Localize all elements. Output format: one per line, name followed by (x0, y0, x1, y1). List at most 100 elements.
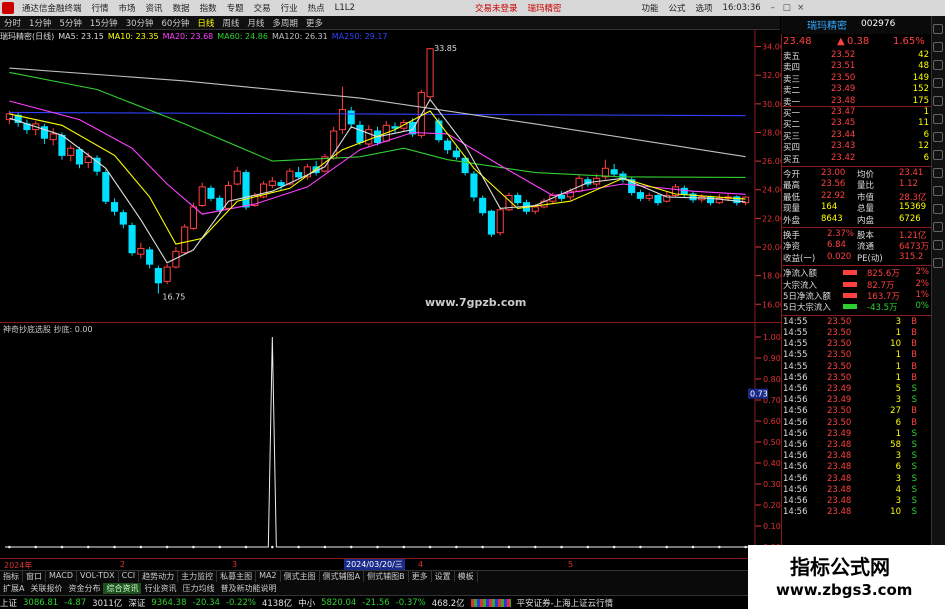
indicator-tab[interactable]: 设置 (432, 571, 455, 582)
period-tab[interactable]: 分时 (0, 17, 25, 29)
stock-alert[interactable]: 瑞玛精密 (522, 2, 566, 14)
period-tab[interactable]: 1分钟 (25, 17, 55, 29)
toolbar-icon[interactable] (933, 132, 943, 142)
toolbar-icon[interactable] (933, 222, 943, 232)
ma-line (9, 100, 746, 215)
indicator-dot (165, 545, 169, 549)
section-divider (781, 314, 931, 316)
tick-row: 14:56 23.48 10 S (781, 507, 931, 518)
tick-row: 14:56 23.48 4 S (781, 485, 931, 496)
indicator-dot (376, 545, 379, 549)
toolbar-icon[interactable] (933, 240, 943, 250)
flow-value: -43.5万 (867, 303, 898, 314)
ask-row: 卖三 23.50 149 (781, 72, 931, 85)
indicator-tab[interactable]: 主力监控 (178, 571, 218, 582)
menu-options[interactable]: 选项 (691, 2, 718, 14)
indicator-tab[interactable]: MACD (46, 571, 77, 582)
extension-tab[interactable]: 关联报价 (27, 583, 65, 594)
bid-row: 买四 23.43 12 (781, 141, 931, 153)
indicator-tab[interactable]: 模板 (455, 571, 478, 582)
menu-market[interactable]: 市场 (114, 2, 141, 14)
extension-tab[interactable]: 资金分布 (65, 583, 103, 594)
tick-side: S (911, 462, 917, 473)
extension-tab[interactable]: 综合资讯 (103, 583, 142, 594)
book-label: 卖四 (783, 63, 801, 74)
menu-trade[interactable]: 交易 (249, 2, 276, 14)
stat-v1: 8643 (821, 213, 843, 224)
close-icon[interactable]: × (794, 3, 808, 13)
title-bar: 通达信金融终端 行情 市场 资讯 数据 指数 专题 交易 行业 热点 L1L2 … (0, 0, 945, 16)
extension-tab[interactable]: 行业资讯 (141, 583, 179, 594)
toolbar-icon[interactable] (933, 60, 943, 70)
menu-function[interactable]: 功能 (636, 2, 663, 14)
indicator-tab[interactable]: 侧式辅图B (364, 571, 409, 582)
stat-row: 今开 23.00 均价 23.41 (781, 168, 931, 180)
period-tab[interactable]: 5分钟 (55, 17, 85, 29)
indicator-tab[interactable]: MA2 (256, 571, 281, 582)
toolbar-icon[interactable] (933, 186, 943, 196)
menu-data[interactable]: 数据 (168, 2, 195, 14)
stat-v2: 23.41 (899, 168, 924, 178)
tick-price: 23.48 (827, 440, 852, 450)
indicator-tab[interactable]: 侧式辅图A (320, 571, 365, 582)
ind-current-value: 0.73 (750, 390, 768, 399)
menu-l1l2[interactable]: L1L2 (330, 3, 360, 13)
toolbar-icon[interactable] (933, 96, 943, 106)
indicator-tab[interactable]: 私募主图 (217, 571, 257, 582)
period-tab[interactable]: 周线 (218, 17, 243, 29)
indicator-tab[interactable]: 侧式主图 (281, 571, 320, 582)
maximize-icon[interactable]: □ (780, 3, 794, 13)
indicator-tab[interactable]: 指标 (0, 571, 23, 582)
toolbar-icon[interactable] (933, 78, 943, 88)
period-tab[interactable]: 月线 (243, 17, 268, 29)
menu-industry[interactable]: 行业 (276, 2, 303, 14)
toolbar-icon[interactable] (933, 204, 943, 214)
tick-time: 14:56 (783, 440, 808, 450)
period-tab[interactable]: 15分钟 (86, 17, 122, 29)
period-tab[interactable]: 60分钟 (158, 17, 194, 29)
toolbar-icon[interactable] (933, 150, 943, 160)
extension-tab[interactable]: 普及新功能说明 (217, 583, 279, 594)
indicator-chart[interactable]: 1.000.900.800.700.600.500.400.300.200.10… (0, 322, 781, 558)
toolbar-icon[interactable] (933, 42, 943, 52)
menu-quotes[interactable]: 行情 (87, 2, 114, 14)
extension-tab[interactable]: 扩展A (0, 583, 27, 594)
toolbar-icon[interactable] (933, 258, 943, 268)
menu-hot[interactable]: 热点 (303, 2, 330, 14)
tick-side: S (911, 428, 917, 439)
candle (137, 242, 145, 259)
stat2-row: 换手 2.37% 股本 1.21亿 (781, 229, 931, 241)
indicator-tab[interactable]: 趋势动力 (139, 571, 179, 582)
candle (496, 206, 504, 236)
flow-row: 净流入额 825.6万 2% (781, 267, 931, 279)
ma-legend-item: MA20: 23.68 (162, 32, 214, 41)
indicator-tab[interactable]: 窗口 (23, 571, 46, 582)
period-tab[interactable]: 多周期 (268, 17, 302, 29)
tick-time: 14:55 (783, 339, 808, 350)
stat-v1: 23.00 (821, 168, 846, 178)
period-tab[interactable]: 日线 (193, 17, 218, 29)
candlestick-chart[interactable]: 34.00 32.00 30.00 28.00 26.00 24.00 22.00 20.00… (0, 30, 781, 322)
menu-topic[interactable]: 专题 (222, 2, 249, 14)
book-volume: 149 (912, 72, 929, 83)
menu-news[interactable]: 资讯 (141, 2, 168, 14)
trade-login-alert[interactable]: 交易未登录 (470, 2, 523, 14)
flow-label: 5日净流入额 (783, 292, 831, 302)
toolbar-icon[interactable] (933, 114, 943, 124)
indicator-dot (192, 545, 195, 549)
menu-index[interactable]: 指数 (195, 2, 222, 14)
indicator-tab[interactable]: 更多 (409, 571, 432, 582)
period-tab[interactable]: 30分钟 (122, 17, 158, 29)
indicator-tab[interactable]: CCI (119, 571, 140, 582)
minimize-icon[interactable]: – (766, 3, 780, 13)
period-tab[interactable]: 更多 (302, 17, 327, 29)
stat-k1: 现量 (783, 204, 801, 215)
toolbar-icon[interactable] (933, 24, 943, 34)
toolbar-icon[interactable] (933, 168, 943, 178)
menu-formula[interactable]: 公式 (664, 2, 691, 14)
bid-row: 买一 23.47 1 (781, 107, 931, 119)
tick-time: 14:56 (783, 428, 808, 439)
indicator-dot (218, 545, 222, 549)
indicator-tab[interactable]: VOL-TDX (77, 571, 119, 582)
extension-tab[interactable]: 压力均线 (179, 583, 217, 594)
